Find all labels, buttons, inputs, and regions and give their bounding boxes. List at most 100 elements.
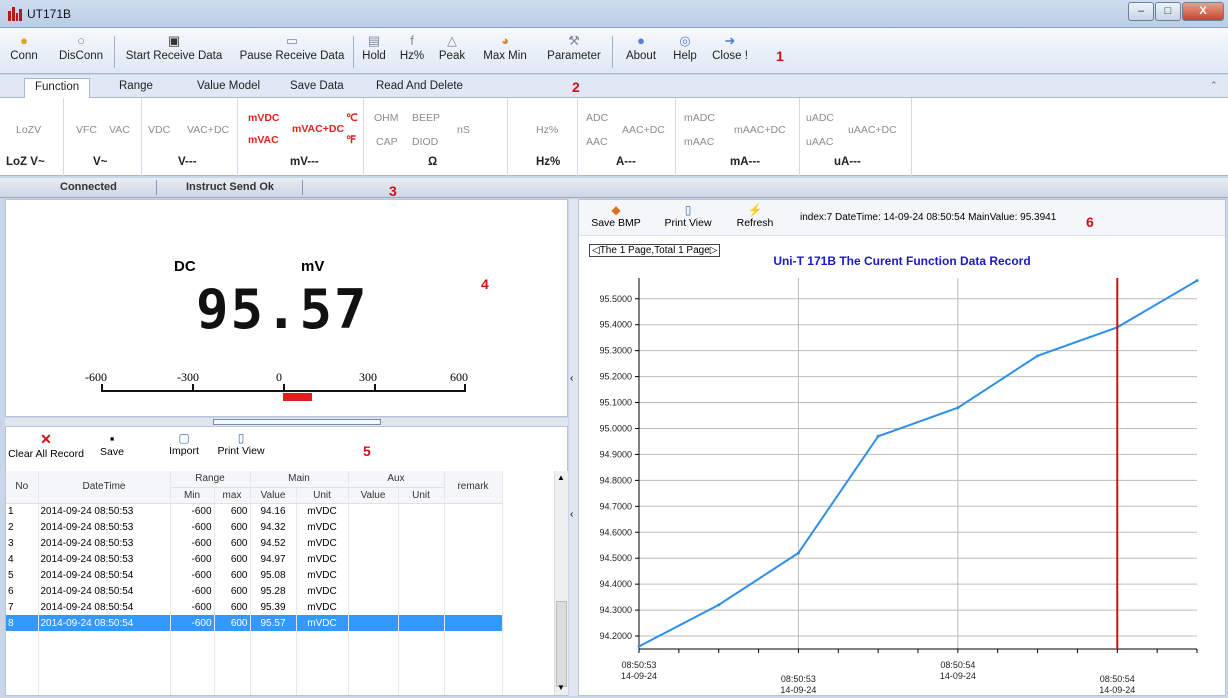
clear-all-button[interactable]: ✕ Clear All Record bbox=[6, 431, 86, 460]
start-receive-button[interactable]: ▣ Start Receive Data bbox=[118, 32, 230, 72]
vertical-splitter[interactable]: ‹ ‹ bbox=[569, 199, 578, 696]
hz-button[interactable]: f Hz% bbox=[394, 32, 430, 72]
fn-aac[interactable]: AAC bbox=[586, 136, 608, 148]
fn-uaac[interactable]: uAAC bbox=[806, 136, 833, 148]
conn-button[interactable]: ● Conn bbox=[6, 32, 42, 72]
fn-uaac-dc[interactable]: uAAC+DC bbox=[848, 124, 897, 136]
tab-value-model[interactable]: Value Model bbox=[187, 78, 270, 98]
fn-beep[interactable]: BEEP bbox=[412, 112, 440, 124]
cell-unit: mVDC bbox=[296, 599, 349, 615]
close-window-button[interactable]: X bbox=[1182, 2, 1224, 21]
maximize-button[interactable]: □ bbox=[1155, 2, 1181, 21]
fn-vac-dc[interactable]: VAC+DC bbox=[187, 124, 229, 136]
disconn-button[interactable]: ○ DisConn bbox=[50, 32, 112, 72]
save-button[interactable]: ▪ Save bbox=[94, 431, 130, 458]
tab-range[interactable]: Range bbox=[109, 78, 163, 98]
col-header-min: Min bbox=[170, 487, 215, 504]
col-header-max: max bbox=[214, 487, 251, 504]
fn-hz[interactable]: Hz% bbox=[536, 124, 558, 136]
fn-vdc[interactable]: VDC bbox=[148, 124, 170, 136]
parameter-icon: ⚒ bbox=[568, 33, 580, 48]
fn-celsius[interactable]: ℃ bbox=[346, 112, 358, 124]
save-bmp-button[interactable]: ◆ Save BMP bbox=[591, 203, 641, 229]
hold-button[interactable]: ▤ Hold bbox=[357, 32, 391, 72]
cell-max: 600 bbox=[214, 599, 251, 615]
col-header-no: No bbox=[6, 471, 39, 504]
group-label-vdc: V--- bbox=[178, 156, 197, 168]
print-view-button[interactable]: ▯ Print View bbox=[214, 431, 268, 457]
fn-ohm[interactable]: OHM bbox=[374, 112, 399, 124]
fn-maac[interactable]: mAAC bbox=[684, 136, 714, 148]
group-label-mv: mV--- bbox=[290, 156, 319, 168]
import-button[interactable]: ▢ Import bbox=[164, 431, 204, 457]
maxmin-button[interactable]: ◕ Max Min bbox=[475, 32, 535, 72]
table-row[interactable]: 1 2014-09-24 08:50:53 -600 600 94.16 mVDC bbox=[6, 503, 503, 519]
y-tick-label: 94.9000 bbox=[599, 449, 632, 459]
cell-aux-value bbox=[348, 535, 399, 551]
meter-value: 95.57 bbox=[196, 278, 369, 341]
close-app-label: Close ! bbox=[712, 50, 748, 62]
fn-maac-dc[interactable]: mAAC+DC bbox=[734, 124, 786, 136]
tab-function[interactable]: Function bbox=[24, 78, 91, 98]
scroll-down-icon[interactable]: ▼ bbox=[557, 683, 565, 692]
collapse-left-icon[interactable]: ‹ bbox=[570, 373, 573, 384]
chart-print-view-button[interactable]: ▯ Print View bbox=[661, 203, 715, 229]
tab-save-data[interactable]: Save Data bbox=[280, 78, 354, 98]
fn-vfc[interactable]: VFC bbox=[76, 124, 97, 136]
parameter-label: Parameter bbox=[547, 50, 601, 62]
table-row[interactable]: 3 2014-09-24 08:50:53 -600 600 94.52 mVDC bbox=[6, 535, 503, 551]
table-row[interactable]: 8 2014-09-24 08:50:54 -600 600 95.57 mVDC bbox=[6, 615, 503, 631]
status-connection: Connected bbox=[60, 181, 117, 193]
empty-cell bbox=[250, 647, 297, 663]
table-scrollbar[interactable]: ▲ ▼ bbox=[554, 471, 568, 695]
hz-icon: f bbox=[410, 33, 414, 48]
cell-min: -600 bbox=[170, 551, 215, 567]
scroll-up-icon[interactable]: ▲ bbox=[557, 473, 565, 482]
cell-aux-value bbox=[348, 583, 399, 599]
connect-icon: ● bbox=[20, 33, 28, 48]
marker-5: 5 bbox=[363, 443, 371, 459]
scrollbar-thumb[interactable] bbox=[556, 601, 567, 687]
empty-cell bbox=[250, 679, 297, 695]
table-row[interactable]: 4 2014-09-24 08:50:53 -600 600 94.97 mVDC bbox=[6, 551, 503, 567]
pause-receive-button[interactable]: ▭ Pause Receive Data bbox=[233, 32, 351, 72]
fn-diod[interactable]: DIOD bbox=[412, 136, 438, 148]
fn-uadc[interactable]: uADC bbox=[806, 112, 834, 124]
fn-mvac-dc[interactable]: mVAC+DC bbox=[292, 123, 344, 135]
fn-mvdc[interactable]: mVDC bbox=[248, 112, 280, 124]
about-button[interactable]: ● About bbox=[618, 32, 664, 72]
cell-no: 8 bbox=[6, 615, 39, 631]
fn-adc[interactable]: ADC bbox=[586, 112, 608, 124]
fn-lozv[interactable]: LoZV bbox=[16, 124, 41, 136]
fn-fahrenheit[interactable]: ℉ bbox=[346, 134, 356, 146]
table-row[interactable]: 6 2014-09-24 08:50:54 -600 600 95.28 mVDC bbox=[6, 583, 503, 599]
col-header-aux-value: Value bbox=[348, 487, 399, 504]
minimize-button[interactable]: – bbox=[1128, 2, 1154, 21]
collapse-ribbon-icon[interactable]: ⌃ bbox=[1210, 80, 1218, 91]
fn-cap[interactable]: CAP bbox=[376, 136, 398, 148]
splitter-grip-icon[interactable] bbox=[213, 419, 381, 425]
cell-remark bbox=[444, 519, 503, 535]
horizontal-splitter[interactable] bbox=[5, 418, 568, 426]
fn-madc[interactable]: mADC bbox=[684, 112, 715, 124]
records-table: No DateTime Range Main Aux remark Min ma… bbox=[6, 471, 503, 695]
table-row[interactable]: 7 2014-09-24 08:50:54 -600 600 95.39 mVDC bbox=[6, 599, 503, 615]
table-row[interactable]: 5 2014-09-24 08:50:54 -600 600 95.08 mVDC bbox=[6, 567, 503, 583]
table-row[interactable]: 2 2014-09-24 08:50:53 -600 600 94.32 mVDC bbox=[6, 519, 503, 535]
refresh-button[interactable]: ⚡ Refresh bbox=[733, 203, 777, 229]
parameter-button[interactable]: ⚒ Parameter bbox=[541, 32, 607, 72]
help-button[interactable]: ◎ Help bbox=[666, 32, 704, 72]
fn-ns[interactable]: nS bbox=[457, 124, 470, 136]
group-v: VFC VAC V~ bbox=[64, 98, 142, 176]
col-header-aux: Aux bbox=[348, 471, 445, 488]
fn-mvac[interactable]: mVAC bbox=[248, 134, 279, 146]
cell-unit: mVDC bbox=[296, 519, 349, 535]
fn-vac[interactable]: VAC bbox=[109, 124, 130, 136]
y-tick-label: 94.4000 bbox=[599, 579, 632, 589]
collapse-left-icon-2[interactable]: ‹ bbox=[570, 509, 573, 520]
fn-aac-dc[interactable]: AAC+DC bbox=[622, 124, 665, 136]
peak-button[interactable]: △ Peak bbox=[432, 32, 472, 72]
tab-read-and-delete[interactable]: Read And Delete bbox=[366, 78, 473, 98]
close-app-button[interactable]: ➜ Close ! bbox=[706, 32, 754, 72]
group-label-ua: uA--- bbox=[834, 156, 861, 168]
